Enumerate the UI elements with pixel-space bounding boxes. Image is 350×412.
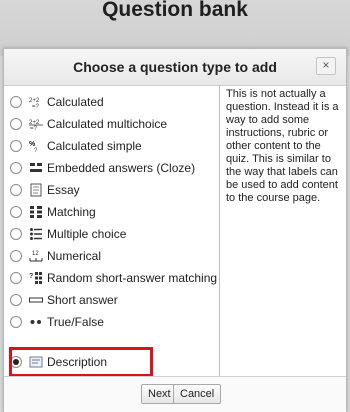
close-button[interactable]: ×	[316, 57, 336, 75]
radio-calculated-simple[interactable]	[10, 140, 22, 152]
option-calculated[interactable]: 2+2 =? Calculated	[4, 91, 219, 113]
radio-numerical[interactable]	[10, 250, 22, 262]
selection-highlight-box	[9, 347, 153, 377]
random-matching-icon: ?	[29, 271, 43, 285]
option-short-answer[interactable]: Short answer	[4, 289, 219, 311]
radio-calculated-multichoice[interactable]	[10, 118, 22, 130]
option-calculated-multichoice[interactable]: 2+2 =? Calculated multichoice	[4, 113, 219, 135]
radio-calculated[interactable]	[10, 96, 22, 108]
option-calculated-simple[interactable]: %? Calculated simple	[4, 135, 219, 157]
cloze-icon	[29, 161, 43, 175]
calculated-icon: 2+2 =?	[29, 95, 43, 109]
cancel-button[interactable]: Cancel	[173, 384, 222, 404]
svg-text:?: ?	[34, 148, 38, 153]
radio-short-answer[interactable]	[10, 294, 22, 306]
radio-random-short-answer-matching[interactable]	[10, 272, 22, 284]
option-label: Short answer	[47, 293, 118, 307]
option-numerical[interactable]: 12 Numerical	[4, 245, 219, 267]
svg-text:?: ?	[29, 273, 33, 280]
svg-text:=?: =?	[32, 104, 40, 109]
choose-question-type-dialog: Choose a question type to add × 2+2 =? Ca…	[3, 48, 347, 412]
option-label: Random short-answer matching	[47, 271, 218, 285]
option-random-short-answer-matching[interactable]: ? Random short-answer matching	[4, 267, 219, 289]
true-false-icon	[29, 315, 43, 329]
option-cloze[interactable]: Embedded answers (Cloze)	[4, 157, 219, 179]
radio-cloze[interactable]	[10, 162, 22, 174]
option-essay[interactable]: Essay	[4, 179, 219, 201]
question-type-description: This is not actually a question. Instead…	[226, 88, 339, 204]
radio-essay[interactable]	[10, 184, 22, 196]
svg-text:12: 12	[32, 251, 39, 257]
option-label: Matching	[47, 205, 96, 219]
option-label: Multiple choice	[47, 227, 127, 241]
option-label: Embedded answers (Cloze)	[47, 161, 196, 175]
short-answer-icon	[29, 293, 43, 307]
numerical-icon: 12	[29, 249, 43, 263]
option-label: Calculated multichoice	[47, 117, 168, 131]
option-matching[interactable]: Matching	[4, 201, 219, 223]
matching-icon	[29, 205, 43, 219]
multiple-choice-icon	[29, 227, 43, 241]
option-label: Numerical	[47, 249, 102, 263]
column-divider	[219, 86, 220, 376]
page-title: Question bank	[102, 0, 248, 21]
dialog-title: Choose a question type to add	[73, 59, 277, 75]
dialog-header: Choose a question type to add ×	[4, 49, 346, 86]
option-true-false[interactable]: True/False	[4, 311, 219, 333]
svg-text:%: %	[29, 141, 36, 148]
option-label: Calculated simple	[47, 139, 142, 153]
option-label: Calculated	[47, 95, 104, 109]
radio-multiple-choice[interactable]	[10, 228, 22, 240]
question-type-list: 2+2 =? Calculated 2+2 =? Calculated multic…	[4, 86, 219, 376]
calculated-simple-icon: %?	[29, 139, 43, 153]
option-multiple-choice[interactable]: Multiple choice	[4, 223, 219, 245]
essay-icon	[29, 183, 43, 197]
svg-text:=?: =?	[30, 126, 38, 131]
radio-true-false[interactable]	[10, 316, 22, 328]
dialog-body: 2+2 =? Calculated 2+2 =? Calculated multic…	[4, 86, 346, 376]
calculated-multichoice-icon: 2+2 =?	[29, 117, 43, 131]
option-label: True/False	[47, 315, 104, 329]
option-label: Essay	[47, 183, 80, 197]
dialog-footer: Next Cancel	[4, 376, 346, 412]
radio-matching[interactable]	[10, 206, 22, 218]
